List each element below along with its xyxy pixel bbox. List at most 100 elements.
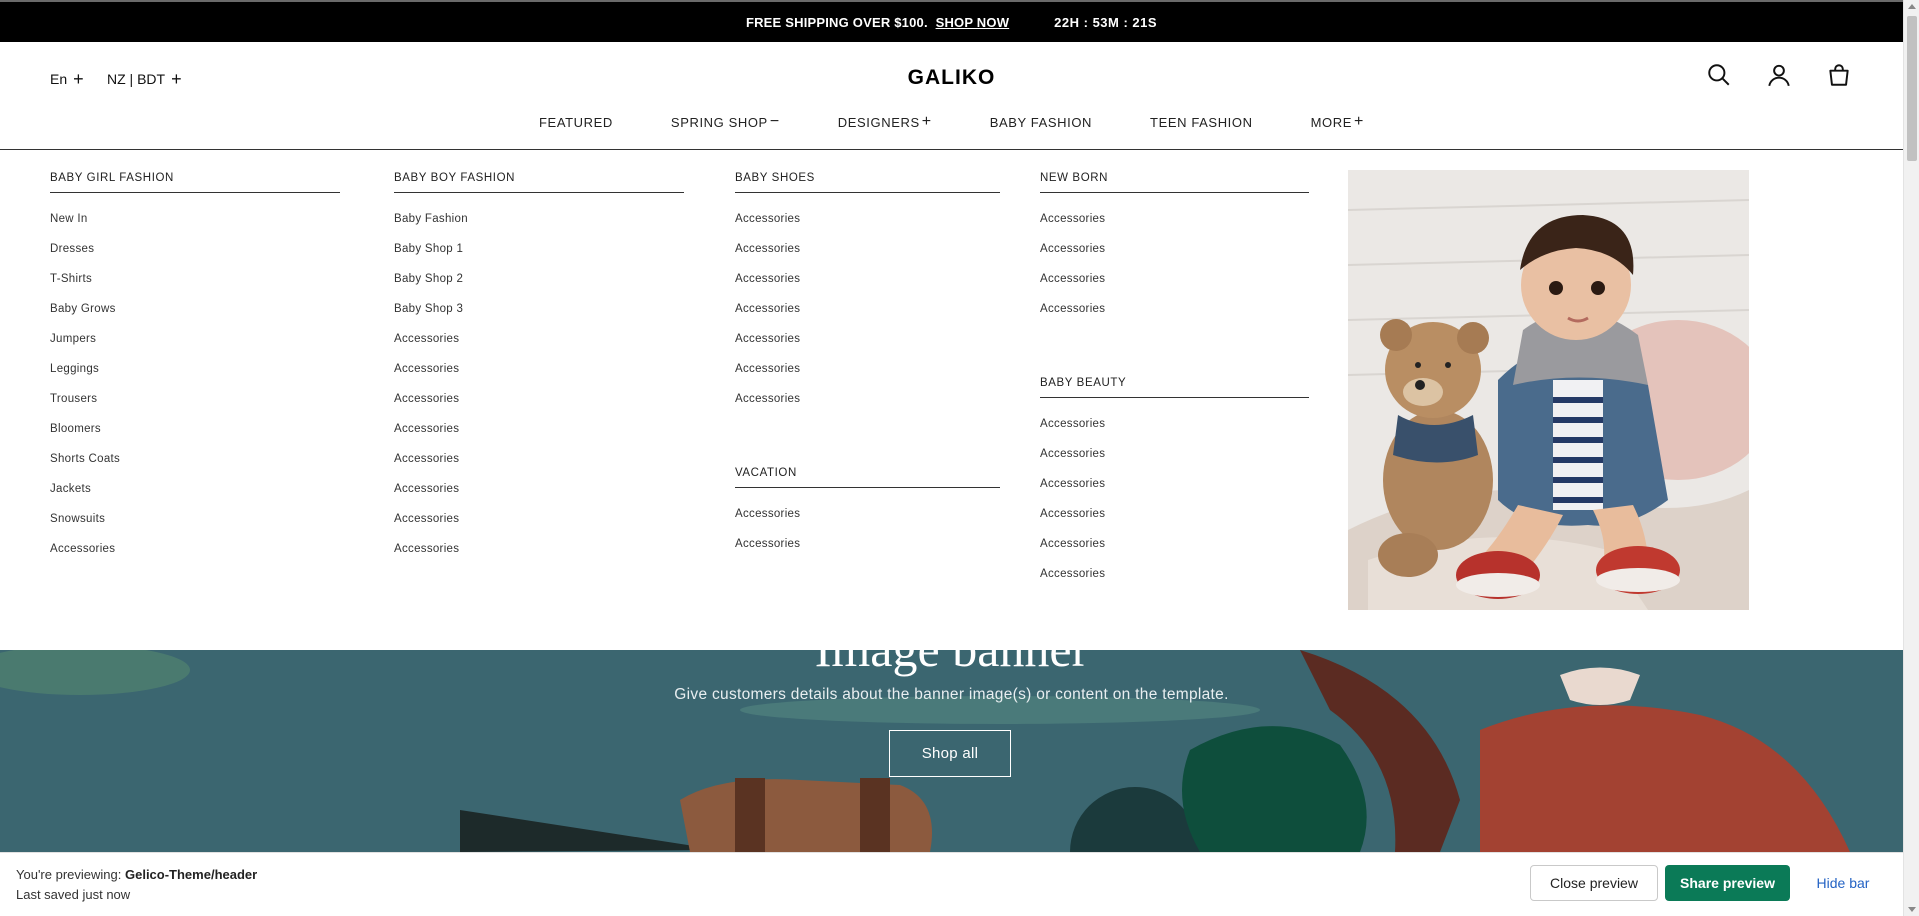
menu-link[interactable]: Baby Grows [50,303,340,333]
nav-item-spring-shop[interactable]: SPRING SHOP − [671,114,780,130]
nav-label: BABY FASHION [989,114,1093,130]
menu-link[interactable]: T-Shirts [50,273,340,303]
menu-link[interactable]: Accessories [735,273,1000,303]
theme-preview-bar: You're previewing: Gelico-Theme/header L… [0,852,1903,916]
menu-link[interactable]: Accessories [735,333,1000,363]
share-preview-button[interactable]: Share preview [1665,865,1790,901]
page-scrollbar[interactable] [1903,0,1919,916]
menu-link[interactable]: Accessories [394,393,684,423]
menu-link[interactable]: Accessories [735,393,1000,423]
menu-link[interactable]: Accessories [1040,508,1309,538]
menu-link[interactable]: Accessories [735,508,1000,538]
countdown-timer: 22H : 53M : 21S [1054,14,1158,30]
menu-link[interactable]: Baby Fashion [394,213,684,243]
banner-heading: Image banner [0,650,1903,678]
menu-link[interactable]: Accessories [394,513,684,543]
menu-link[interactable]: Accessories [735,213,1000,243]
scrollbar-thumb[interactable] [1907,16,1917,161]
menu-link-list: Accessories Accessories Accessories Acce… [1040,418,1309,598]
menu-link[interactable]: Trousers [50,393,340,423]
nav-label: SPRING SHOP [670,114,768,130]
shop-all-button[interactable]: Shop all [889,730,1011,777]
menu-link[interactable]: Bloomers [50,423,340,453]
nav-label: DESIGNERS [837,114,920,130]
menu-column-title[interactable]: VACATION [735,445,1000,488]
menu-link[interactable]: Accessories [735,243,1000,273]
site-header: En + NZ | BDT + GALIKO FEATURED SPRING S… [0,42,1903,150]
menu-column-title[interactable]: BABY GIRL FASHION [50,150,340,193]
menu-link[interactable]: Accessories [1040,213,1309,243]
menu-link[interactable]: Accessories [394,363,684,393]
menu-column-title[interactable]: NEW BORN [1040,150,1309,193]
menu-link-list: Accessories Accessories Accessories Acce… [735,213,1000,423]
menu-link[interactable]: Jumpers [50,333,340,363]
menu-link[interactable]: Accessories [1040,478,1309,508]
mega-menu: BABY GIRL FASHION New In Dresses T-Shirt… [0,150,1903,650]
main-navigation: FEATURED SPRING SHOP − DESIGNERS + BABY … [0,114,1903,130]
menu-link-list: Accessories Accessories Accessories Acce… [1040,213,1309,333]
announcement-message: FREE SHIPPING OVER $100. SHOP NOW [746,15,1009,30]
menu-link[interactable]: Accessories [1040,418,1309,448]
hide-bar-button[interactable]: Hide bar [1800,865,1886,901]
menu-link[interactable]: Leggings [50,363,340,393]
menu-link[interactable]: Accessories [394,483,684,513]
plus-icon: + [1354,113,1364,130]
shop-now-link[interactable]: SHOP NOW [936,15,1010,30]
cart-icon[interactable] [1826,62,1852,88]
last-saved-text: Last saved just now [16,887,131,902]
menu-link[interactable]: Snowsuits [50,513,340,543]
site-logo[interactable]: GALIKO [0,66,1903,90]
search-icon[interactable] [1706,62,1732,88]
nav-item-baby-fashion[interactable]: BABY FASHION [990,114,1092,130]
nav-item-teen-fashion[interactable]: TEEN FASHION [1150,114,1253,130]
menu-link[interactable]: Accessories [394,543,684,573]
preview-prefix: You're previewing: [16,867,122,882]
menu-promo-image[interactable] [1348,170,1749,610]
menu-link-list: Accessories Accessories [735,508,1000,568]
announcement-text: FREE SHIPPING OVER $100. [745,14,928,30]
menu-column-title[interactable]: BABY SHOES [735,150,1000,193]
menu-column-title[interactable]: BABY BOY FASHION [394,150,684,193]
nav-item-designers[interactable]: DESIGNERS + [838,114,932,130]
menu-link[interactable]: Accessories [1040,538,1309,568]
nav-item-more[interactable]: MORE + [1311,114,1364,130]
menu-link[interactable]: Accessories [1040,273,1309,303]
menu-link[interactable]: Accessories [1040,568,1309,598]
menu-column-new-born: NEW BORN Accessories Accessories Accesso… [1040,150,1309,598]
baby-with-teddy-illustration [1348,170,1749,610]
menu-link[interactable]: Shorts Coats [50,453,340,483]
menu-link[interactable]: Baby Shop 2 [394,273,684,303]
menu-link[interactable]: Accessories [735,303,1000,333]
nav-label: FEATURED [539,114,613,130]
menu-link[interactable]: Baby Shop 1 [394,243,684,273]
close-preview-button[interactable]: Close preview [1530,865,1658,901]
menu-link[interactable]: New In [50,213,340,243]
menu-link[interactable]: Accessories [1040,303,1309,333]
scroll-down-arrow-icon[interactable] [1908,907,1916,912]
account-icon[interactable] [1766,62,1792,88]
scroll-up-arrow-icon[interactable] [1908,4,1916,9]
nav-label: TEEN FASHION [1150,114,1253,130]
banner-description: Give customers details about the banner … [674,686,1229,703]
menu-link[interactable]: Accessories [394,423,684,453]
menu-link[interactable]: Baby Shop 3 [394,303,684,333]
menu-column-title[interactable]: BABY BEAUTY [1040,355,1309,398]
menu-link[interactable]: Accessories [394,333,684,363]
menu-link[interactable]: Accessories [394,453,684,483]
menu-link[interactable]: Accessories [735,363,1000,393]
menu-link-list: Baby Fashion Baby Shop 1 Baby Shop 2 Bab… [394,213,684,573]
menu-column-baby-boy: BABY BOY FASHION Baby Fashion Baby Shop … [394,150,684,573]
menu-column-baby-girl: BABY GIRL FASHION New In Dresses T-Shirt… [50,150,340,573]
nav-item-featured[interactable]: FEATURED [539,114,613,130]
menu-link[interactable]: Dresses [50,243,340,273]
minus-icon: − [769,113,780,130]
menu-link[interactable]: Accessories [50,543,340,573]
preview-theme-name: Gelico-Theme/header [124,867,258,882]
menu-link[interactable]: Jackets [50,483,340,513]
menu-link[interactable]: Accessories [735,538,1000,568]
menu-link[interactable]: Accessories [1040,243,1309,273]
menu-link[interactable]: Accessories [1040,448,1309,478]
image-banner: Image banner Give customers details abou… [0,650,1903,852]
announcement-bar: FREE SHIPPING OVER $100. SHOP NOW 22H : … [0,0,1903,42]
menu-column-baby-shoes: BABY SHOES Accessories Accessories Acces… [735,150,1000,568]
